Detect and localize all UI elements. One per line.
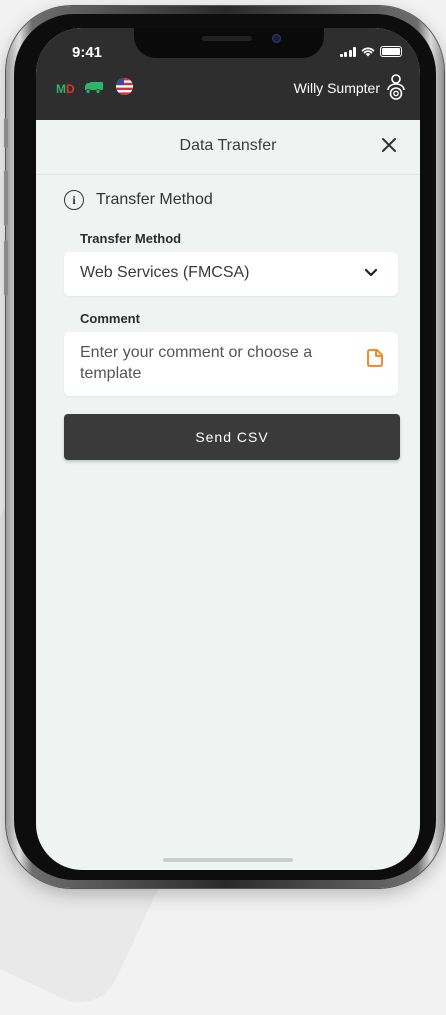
- user-badge-icon[interactable]: [386, 74, 406, 100]
- app-header: 9:41 MD Willy Sumpter: [36, 28, 420, 120]
- side-button-mute: [4, 118, 8, 148]
- send-csv-button[interactable]: Send CSV: [64, 414, 400, 460]
- comment-field[interactable]: [64, 332, 398, 396]
- wifi-icon: [361, 47, 375, 57]
- status-icons: [339, 46, 402, 57]
- duty-status[interactable]: MD: [56, 82, 75, 96]
- comment-input[interactable]: [80, 342, 340, 390]
- side-button-volume-up: [4, 170, 8, 226]
- home-indicator: [163, 858, 293, 862]
- dialog-titlebar: Data Transfer: [36, 120, 420, 175]
- transfer-method-select[interactable]: Web Services (FMCSA): [64, 252, 398, 296]
- section-title: Transfer Method: [96, 191, 213, 208]
- speaker: [202, 36, 252, 41]
- transfer-method-label: Transfer Method: [80, 231, 182, 246]
- template-icon[interactable]: [366, 348, 384, 368]
- info-icon[interactable]: i: [64, 190, 84, 210]
- status-time: 9:41: [72, 44, 103, 61]
- chevron-down-icon: [364, 268, 378, 277]
- duty-status-m: M: [56, 82, 66, 96]
- camera-icon: [272, 34, 281, 43]
- duty-status-d: D: [66, 82, 75, 96]
- comment-label: Comment: [80, 311, 140, 326]
- side-button-volume-down: [4, 240, 8, 296]
- us-flag-icon[interactable]: [116, 78, 133, 95]
- phone-screen: 9:41 MD Willy Sumpter Data Transfer i Tr…: [36, 28, 420, 870]
- user-name[interactable]: Willy Sumpter: [294, 80, 380, 96]
- battery-icon: [380, 46, 402, 57]
- notch: [134, 28, 324, 58]
- section-header: i Transfer Method: [64, 190, 213, 210]
- transfer-method-value: Web Services (FMCSA): [80, 264, 250, 281]
- truck-icon[interactable]: [84, 80, 104, 94]
- dialog-title: Data Transfer: [179, 137, 277, 154]
- signal-icon: [339, 46, 356, 57]
- close-icon[interactable]: [380, 136, 398, 154]
